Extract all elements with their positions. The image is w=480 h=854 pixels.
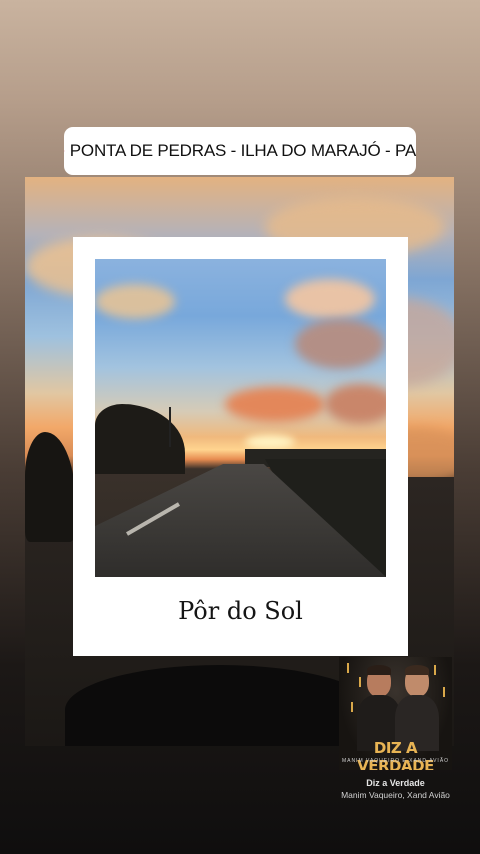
- polaroid-caption: Pôr do Sol: [178, 597, 303, 625]
- sunset-photo: [95, 259, 386, 577]
- album-cover[interactable]: DIZ A VERDADE MANIM VAQUEIRO E XAND AVIÃ…: [339, 657, 452, 770]
- song-artists[interactable]: Manim Vaqueiro, Xand Avião: [322, 790, 469, 800]
- location-sticker[interactable]: PONTA DE PEDRAS - ILHA DO MARAJÓ - PA: [64, 127, 416, 175]
- artist-figure: [395, 665, 439, 751]
- polaroid-frame[interactable]: Pôr do Sol: [73, 237, 408, 656]
- map-pin-icon: [64, 150, 65, 152]
- album-art-subtitle: MANIM VAQUEIRO E XAND AVIÃO: [341, 758, 450, 764]
- album-art-title: DIZ A VERDADE: [357, 739, 434, 770]
- location-text: PONTA DE PEDRAS - ILHA DO MARAJÓ - PA: [69, 141, 416, 160]
- song-title[interactable]: Diz a Verdade: [330, 778, 461, 788]
